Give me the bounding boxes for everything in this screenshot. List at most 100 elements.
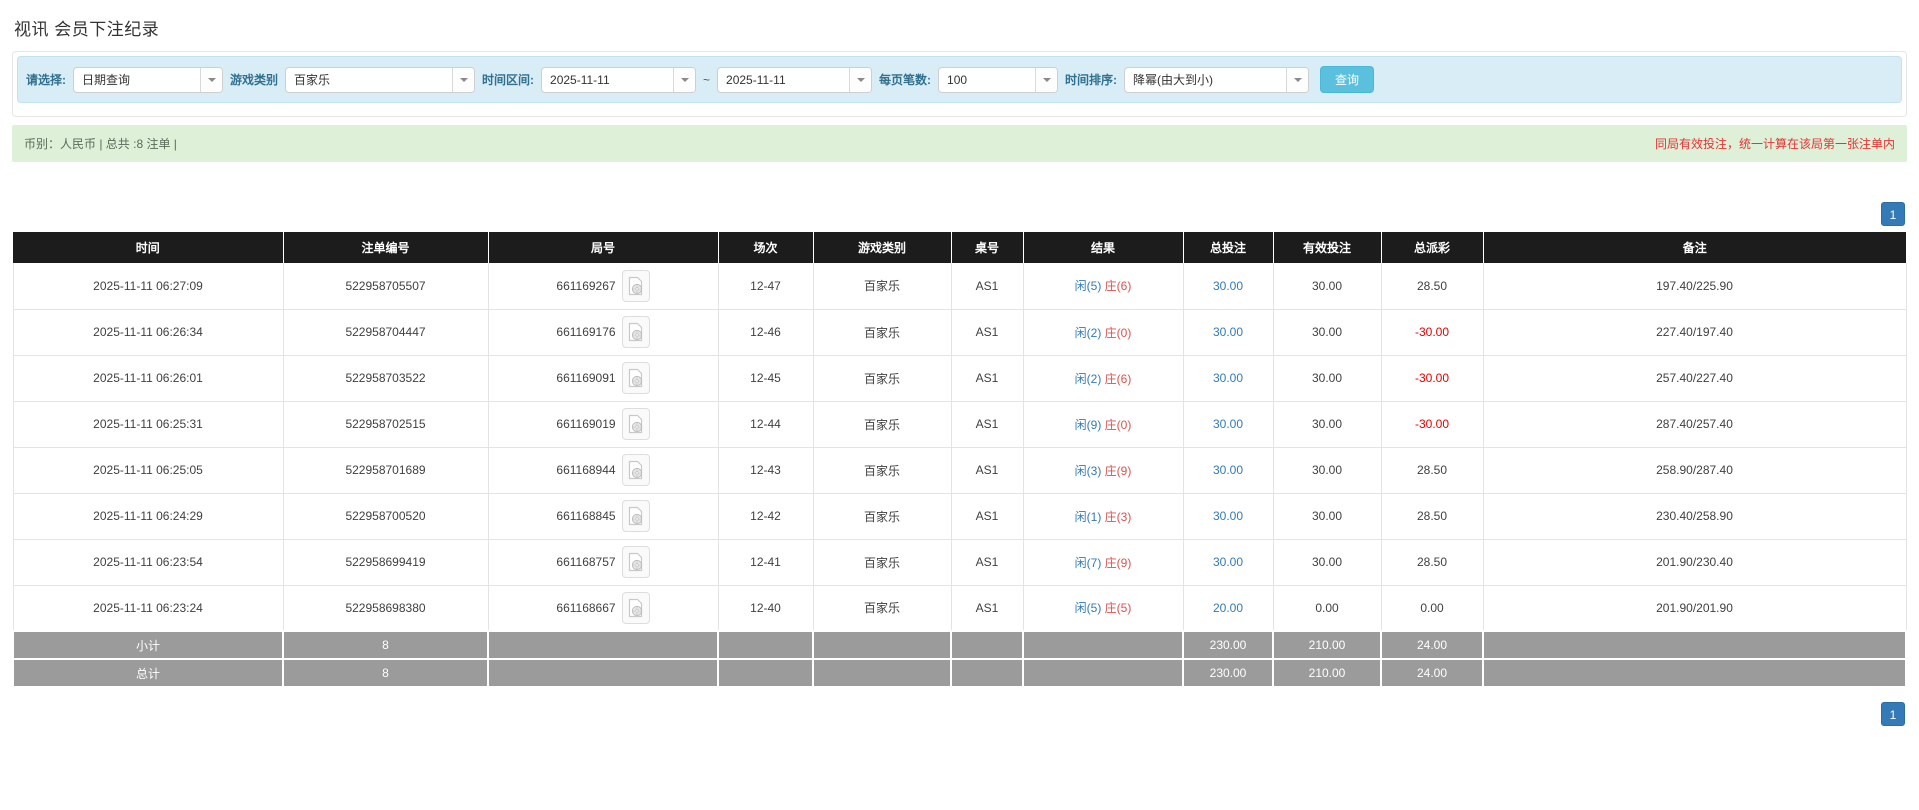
summary-total-bet: 230.00 [1183, 659, 1273, 687]
session-cell: 12-45 [718, 355, 813, 401]
session-cell: 12-40 [718, 585, 813, 631]
table-row: 2025-11-11 06:24:29522958700520661168845… [13, 493, 1906, 539]
page-size-value: 100 [939, 68, 1035, 92]
round-id: 661169019 [556, 417, 615, 431]
summary-empty-cell [1023, 659, 1183, 687]
total-bet-link[interactable]: 30.00 [1213, 463, 1243, 477]
video-record-button[interactable] [622, 362, 650, 394]
total-bet-link[interactable]: 30.00 [1213, 279, 1243, 293]
game-category-label: 游戏类别 [230, 71, 278, 88]
video-record-button[interactable] [622, 270, 650, 302]
bet-id-cell: 522958700520 [283, 493, 488, 539]
result-banker: 庄(0) [1105, 326, 1132, 340]
note-cell: 230.40/258.90 [1483, 493, 1906, 539]
round-id: 661169267 [556, 279, 615, 293]
page: 视讯 会员下注纪录 请选择: 日期查询 游戏类别 百家乐 时间区间: 2025-… [0, 15, 1919, 726]
result-player: 闲(2) [1075, 372, 1102, 386]
total-bet-cell: 30.00 [1183, 263, 1273, 309]
result-player: 闲(5) [1075, 279, 1102, 293]
film-icon [627, 276, 644, 296]
bet-id-cell: 522958704447 [283, 309, 488, 355]
result-banker: 庄(3) [1105, 510, 1132, 524]
dropdown-arrow-icon[interactable] [673, 68, 695, 92]
video-record-button[interactable] [622, 316, 650, 348]
dropdown-arrow-icon[interactable] [452, 68, 474, 92]
total-bet-link[interactable]: 30.00 [1213, 555, 1243, 569]
page-button-1[interactable]: 1 [1881, 202, 1905, 226]
currency-total-text: 币别：人民币 | 总共 :8 注单 | [24, 135, 177, 152]
note-cell: 257.40/227.40 [1483, 355, 1906, 401]
game-category-select[interactable]: 百家乐 [285, 67, 475, 93]
valid-bet-cell: 30.00 [1273, 263, 1381, 309]
dropdown-arrow-icon[interactable] [1286, 68, 1308, 92]
time-cell: 2025-11-11 06:27:09 [13, 263, 283, 309]
column-header: 总派彩 [1381, 232, 1483, 263]
video-record-button[interactable] [622, 454, 650, 486]
video-record-button[interactable] [622, 500, 650, 532]
pagination-top: 1 [14, 202, 1905, 226]
dropdown-arrow-icon[interactable] [1035, 68, 1057, 92]
query-type-select[interactable]: 日期查询 [73, 67, 223, 93]
session-cell: 12-43 [718, 447, 813, 493]
total-bet-link[interactable]: 30.00 [1213, 417, 1243, 431]
summary-payout: 24.00 [1381, 631, 1483, 659]
total-bet-cell: 30.00 [1183, 493, 1273, 539]
column-header: 总投注 [1183, 232, 1273, 263]
game-cell: 百家乐 [813, 447, 951, 493]
page-size-select[interactable]: 100 [938, 67, 1058, 93]
total-bet-link[interactable]: 30.00 [1213, 371, 1243, 385]
result-banker: 庄(5) [1105, 601, 1132, 615]
total-bet-cell: 30.00 [1183, 447, 1273, 493]
result-cell: 闲(1) 庄(3) [1023, 493, 1183, 539]
time-sort-select[interactable]: 降幂(由大到小) [1124, 67, 1309, 93]
bet-id-cell: 522958705507 [283, 263, 488, 309]
video-record-button[interactable] [622, 592, 650, 624]
result-player: 闲(3) [1075, 464, 1102, 478]
note-cell: 201.90/230.40 [1483, 539, 1906, 585]
search-button[interactable]: 查询 [1320, 66, 1374, 93]
date-from-value: 2025-11-11 [542, 68, 673, 92]
column-header: 游戏类别 [813, 232, 951, 263]
result-player: 闲(2) [1075, 326, 1102, 340]
film-icon [627, 414, 644, 434]
video-record-button[interactable] [622, 546, 650, 578]
video-record-button[interactable] [622, 408, 650, 440]
total-bet-link[interactable]: 20.00 [1213, 601, 1243, 615]
payout-cell: 0.00 [1381, 585, 1483, 631]
table-no-cell: AS1 [951, 447, 1023, 493]
table-no-cell: AS1 [951, 309, 1023, 355]
result-cell: 闲(2) 庄(6) [1023, 355, 1183, 401]
total-bet-cell: 30.00 [1183, 309, 1273, 355]
column-header: 场次 [718, 232, 813, 263]
total-bet-link[interactable]: 30.00 [1213, 325, 1243, 339]
dropdown-arrow-icon[interactable] [200, 68, 222, 92]
dropdown-arrow-icon[interactable] [849, 68, 871, 92]
result-player: 闲(9) [1075, 418, 1102, 432]
result-banker: 庄(6) [1105, 372, 1132, 386]
summary-count: 8 [283, 659, 488, 687]
result-banker: 庄(6) [1105, 279, 1132, 293]
summary-empty-cell [813, 659, 951, 687]
result-player: 闲(7) [1075, 556, 1102, 570]
summary-empty-cell [1023, 631, 1183, 659]
result-banker: 庄(9) [1105, 556, 1132, 570]
film-icon [627, 368, 644, 388]
page-button-1[interactable]: 1 [1881, 702, 1905, 726]
table-row: 2025-11-11 06:27:09522958705507 661169267… [13, 263, 1906, 309]
game-cell: 百家乐 [813, 585, 951, 631]
total-bet-cell: 30.00 [1183, 539, 1273, 585]
table-row: 2025-11-11 06:25:31522958702515661169019… [13, 401, 1906, 447]
time-sort-value: 降幂(由大到小) [1125, 68, 1286, 92]
query-type-label: 请选择: [26, 71, 66, 88]
summary-empty-cell [813, 631, 951, 659]
date-range-label: 时间区间: [482, 71, 534, 88]
total-bet-link[interactable]: 30.00 [1213, 509, 1243, 523]
payout-cell: -30.00 [1381, 355, 1483, 401]
summary-bar: 币别：人民币 | 总共 :8 注单 | 同局有效投注，统一计算在该局第一张注单内 [12, 125, 1907, 162]
pagination-bottom: 1 [14, 702, 1905, 726]
note-cell: 197.40/225.90 [1483, 263, 1906, 309]
date-from-select[interactable]: 2025-11-11 [541, 67, 696, 93]
date-to-select[interactable]: 2025-11-11 [717, 67, 872, 93]
payout-cell: 28.50 [1381, 493, 1483, 539]
game-cell: 百家乐 [813, 263, 951, 309]
